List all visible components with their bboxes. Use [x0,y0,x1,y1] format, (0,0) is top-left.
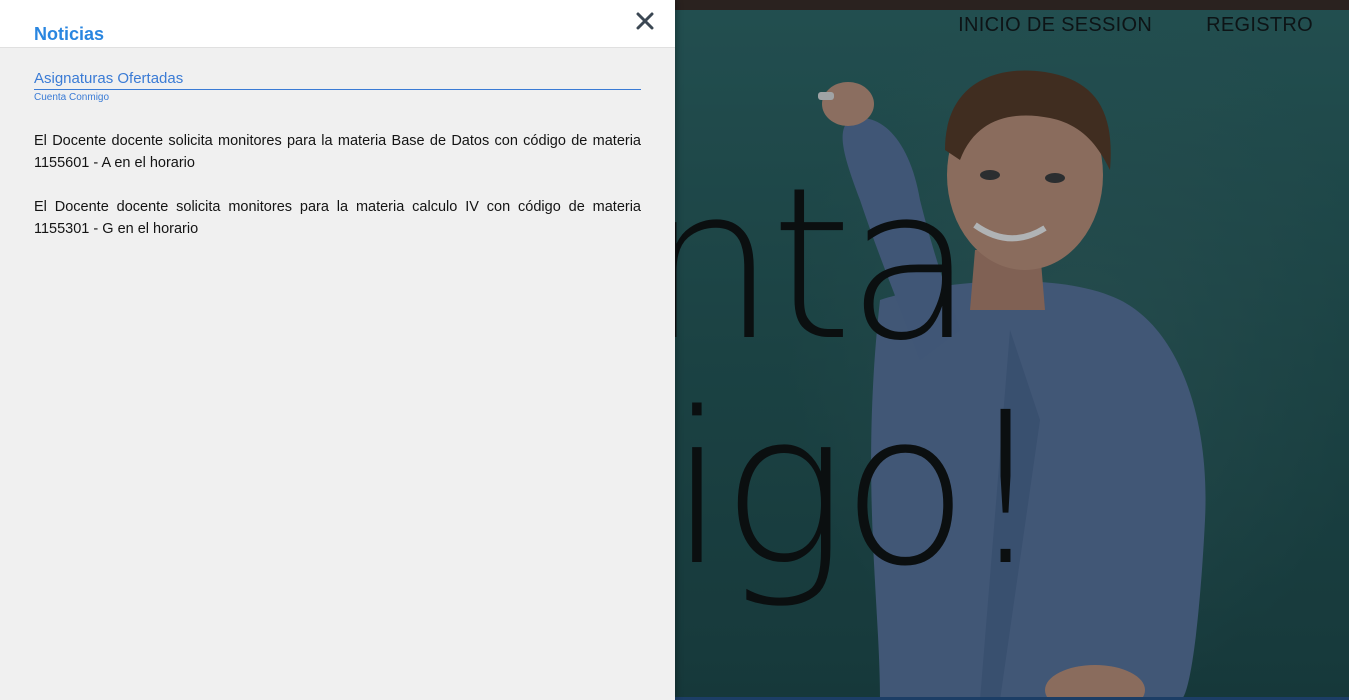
news-item: El Docente docente solicita monitores pa… [34,199,641,237]
panel-title: Noticias [34,24,105,44]
news-panel: Noticias Asignaturas Ofertadas Cuenta Co… [0,0,675,700]
panel-header: Noticias [0,0,675,48]
register-link[interactable]: REGISTRO [1206,14,1313,37]
news-list: El Docente docente solicita monitores pa… [34,130,641,240]
top-nav: INICIO DE SESSION REGISTRO [958,14,1313,37]
close-button[interactable] [630,6,660,36]
login-link[interactable]: INICIO DE SESSION [958,14,1152,37]
close-icon [636,12,654,30]
news-item: El Docente docente solicita monitores pa… [34,133,641,171]
offered-subjects-section: Asignaturas Ofertadas Cuenta Conmigo El … [34,70,641,262]
section-subtitle: Cuenta Conmigo [34,92,110,103]
section-title[interactable]: Asignaturas Ofertadas [34,70,641,90]
